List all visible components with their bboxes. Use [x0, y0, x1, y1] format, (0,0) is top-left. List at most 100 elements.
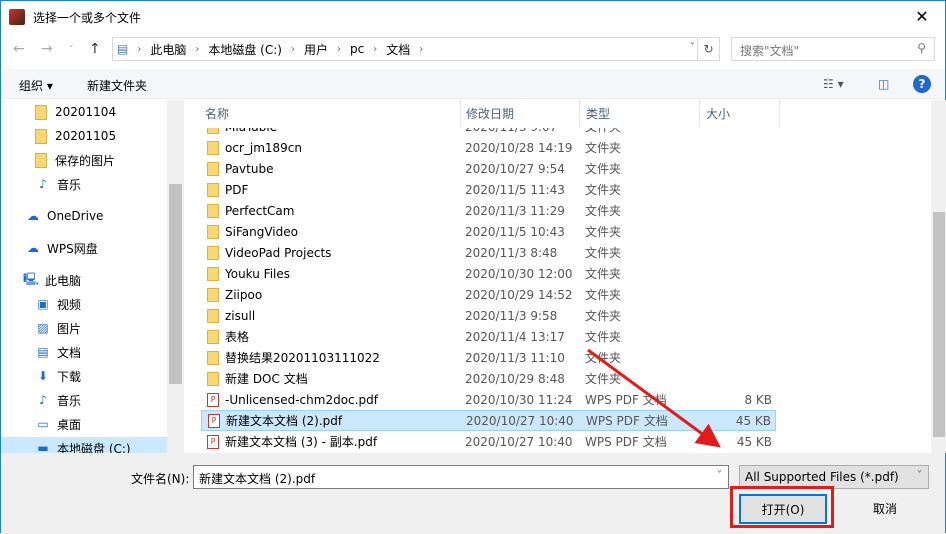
computer-icon: 🖳: [23, 271, 40, 286]
refresh-button[interactable]: ↻: [697, 38, 719, 60]
navigation-scrollbar[interactable]: [167, 100, 184, 453]
file-row[interactable]: Ziipoo 2020/10/29 14:52 文件夹: [201, 284, 776, 305]
title-bar: 选择一个或多个文件 ✕: [1, 1, 945, 33]
address-bar[interactable]: ▤ › 此电脑 › 本地磁盘 (C:) › 用户 › pc › 文档 › ˅ ↻: [112, 37, 720, 61]
folder-icon: [207, 350, 219, 365]
organize-button[interactable]: 组织 ▾: [19, 77, 53, 94]
file-row[interactable]: P 新建文本文档 (2).pdf 2020/10/27 10:40 WPS PDF 文…: [201, 410, 776, 431]
music-icon: ♪: [39, 177, 47, 191]
chevron-down-icon[interactable]: ˅: [717, 470, 722, 481]
file-name: ocr_jm189cn: [225, 140, 303, 155]
file-list-scrollbar[interactable]: [931, 100, 946, 453]
file-row[interactable]: zisull 2020/11/3 9:58 文件夹: [201, 305, 776, 326]
file-row[interactable]: VideoPad Projects 2020/11/3 8:48 文件夹: [201, 242, 776, 263]
view-options-icon[interactable]: ☷ ▾: [823, 77, 844, 91]
nav-item-label: WPS网盘: [47, 241, 98, 256]
folder-icon: [207, 371, 219, 386]
file-name: 新建 DOC 文档: [225, 372, 308, 386]
file-type: 文件夹: [585, 309, 622, 323]
file-date: 2020/10/27 10:40: [465, 434, 573, 449]
file-type: 文件夹: [585, 162, 622, 176]
nav-item[interactable]: 20201105: [1, 125, 167, 147]
file-row[interactable]: ocr_jm189cn 2020/10/28 14:19 文件夹: [201, 137, 776, 158]
file-date: 2020/11/3 9:58: [465, 308, 558, 323]
chevron-right-icon: ›: [137, 43, 142, 55]
up-button[interactable]: ↑: [89, 41, 101, 57]
column-size[interactable]: 大小: [700, 100, 780, 128]
file-type: WPS PDF 文档: [586, 414, 668, 428]
folder-icon: [207, 182, 219, 197]
file-row[interactable]: Youku Files 2020/10/30 12:00 文件夹: [201, 263, 776, 284]
nav-item[interactable]: ▣ 视频: [1, 293, 167, 315]
breadcrumb-item[interactable]: 此电脑: [150, 41, 186, 58]
chevron-down-icon[interactable]: ˅: [690, 42, 695, 53]
back-button[interactable]: ←: [13, 41, 25, 57]
nav-item-label: 音乐: [57, 177, 82, 192]
nav-item-label: 文档: [57, 345, 82, 360]
dialog-title: 选择一个或多个文件: [33, 10, 142, 25]
forward-button[interactable]: →: [41, 41, 53, 57]
file-row[interactable]: PDF 2020/11/5 11:43 文件夹: [201, 179, 776, 200]
nav-item[interactable]: 保存的图片: [1, 149, 167, 171]
breadcrumb-item[interactable]: 用户: [304, 41, 328, 58]
chevron-right-icon: ›: [419, 43, 424, 55]
nav-item[interactable]: ⬇ 下载: [1, 365, 167, 387]
nav-item[interactable]: ▨ 图片: [1, 317, 167, 339]
breadcrumb-item[interactable]: 文档: [386, 41, 410, 58]
file-row[interactable]: PerfectCam 2020/11/3 11:29 文件夹: [201, 200, 776, 221]
folder-icon: [35, 152, 47, 168]
column-type[interactable]: 类型: [580, 100, 700, 128]
file-type: WPS PDF 文档: [585, 435, 667, 449]
column-name[interactable]: 名称: [199, 100, 461, 128]
search-input[interactable]: 搜索"文档" ⚲: [731, 37, 935, 61]
nav-item-label: 此电脑: [45, 273, 82, 288]
nav-item-label: 下载: [57, 369, 82, 384]
help-button[interactable]: ?: [913, 75, 931, 93]
nav-item[interactable]: ▭ 桌面: [1, 413, 167, 435]
file-type: 文件夹: [585, 267, 622, 281]
cancel-button[interactable]: 取消: [841, 494, 929, 524]
folder-icon: [207, 266, 219, 281]
nav-item[interactable]: 20201104: [1, 101, 167, 123]
preview-pane-icon[interactable]: ◫: [878, 77, 889, 91]
pdf-file-icon: P: [208, 413, 220, 428]
folder-icon: [207, 308, 219, 323]
chevron-right-icon: ›: [336, 43, 341, 55]
folder-icon: [35, 104, 47, 120]
search-placeholder: 搜索"文档": [740, 44, 800, 58]
nav-item[interactable]: ♪ 音乐: [1, 389, 167, 411]
file-row[interactable]: Pavtube 2020/10/27 9:54 文件夹: [201, 158, 776, 179]
close-button[interactable]: ✕: [899, 1, 945, 33]
breadcrumb-item[interactable]: 本地磁盘 (C:): [208, 41, 282, 58]
app-icon: [9, 9, 25, 25]
file-row[interactable]: 表格 2020/11/4 13:17 文件夹: [201, 326, 776, 347]
column-date[interactable]: 修改日期: [460, 100, 580, 128]
filename-input[interactable]: 新建文本文档 (2).pdf ˅: [193, 465, 729, 489]
breadcrumb-item[interactable]: pc: [350, 42, 364, 56]
file-row[interactable]: SiFangVideo 2020/11/5 10:43 文件夹: [201, 221, 776, 242]
desktop-icon: ▭: [37, 417, 49, 431]
nav-item-label: 本地磁盘 (C:): [57, 441, 131, 454]
recent-locations-button[interactable]: ˅: [69, 45, 74, 55]
nav-item[interactable]: 🖳 此电脑: [1, 269, 167, 291]
folder-icon: [207, 287, 219, 302]
scrollbar-thumb[interactable]: [933, 212, 945, 437]
download-icon: ⬇: [37, 369, 49, 383]
nav-item[interactable]: ▤ 文档: [1, 341, 167, 363]
nav-item[interactable]: ☁ OneDrive: [1, 205, 167, 227]
file-row[interactable]: P 新建文本文档 (3) - 副本.pdf 2020/10/27 10:40 WPS …: [201, 431, 776, 452]
file-row[interactable]: P -Unlicensed-chm2doc.pdf 2020/10/30 11:24…: [201, 389, 776, 410]
file-name: 表格: [225, 330, 250, 344]
file-name: zisull: [225, 308, 256, 323]
new-folder-button[interactable]: 新建文件夹: [87, 77, 147, 94]
file-name: -Unlicensed-chm2doc.pdf: [225, 392, 378, 407]
file-row[interactable]: 替换结果20201103111022 2020/11/3 11:10 文件夹: [201, 347, 776, 368]
nav-item[interactable]: ▬ 本地磁盘 (C:): [1, 437, 167, 453]
nav-item[interactable]: ☁ WPS网盘: [1, 237, 167, 259]
nav-item[interactable]: ♪ 音乐: [1, 173, 167, 195]
file-row[interactable]: 新建 DOC 文档 2020/10/29 8:48 文件夹: [201, 368, 776, 389]
file-list: ^ 名称 修改日期 类型 大小 MiaTable2020/11/3 9:07文件…: [191, 100, 931, 453]
file-name: Ziipoo: [225, 287, 263, 302]
scrollbar-thumb[interactable]: [169, 184, 182, 384]
nav-item-label: 桌面: [57, 417, 82, 432]
